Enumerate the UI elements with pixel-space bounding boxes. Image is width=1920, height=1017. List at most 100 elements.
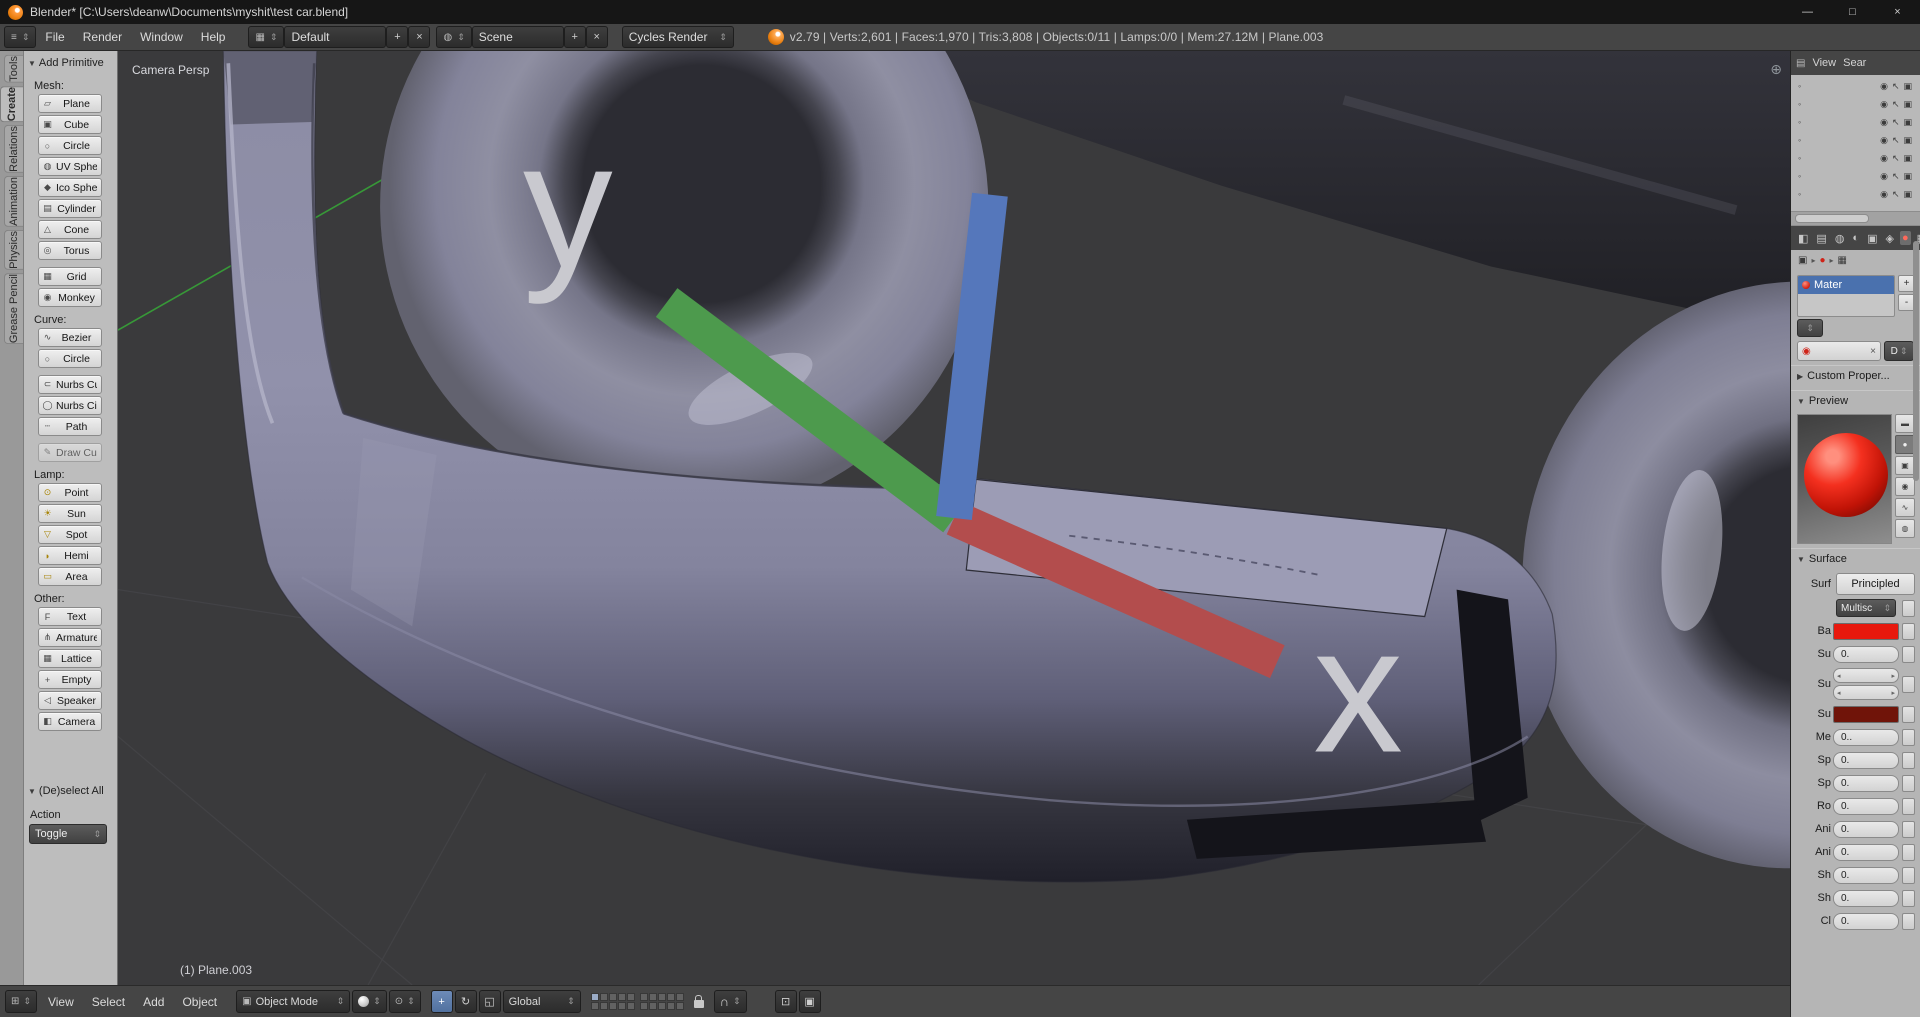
outliner-row[interactable]: ◦ ◉ ↖ ▣ <box>1791 77 1920 95</box>
menu-file[interactable]: File <box>36 30 73 44</box>
render-camera-icon[interactable]: ▣ <box>1903 81 1912 92</box>
world-tab[interactable]: ◐ <box>1850 231 1861 245</box>
visibility-eye-icon[interactable]: ◉ <box>1880 135 1888 146</box>
menu-help[interactable]: Help <box>192 30 235 44</box>
add-uv-sphere-button[interactable]: ◍ UV Sphere <box>38 157 102 176</box>
outliner-row[interactable]: ◦ ◉ ↖ ▣ <box>1791 131 1920 149</box>
add-lamp-point-button[interactable]: ⊙ Point <box>38 483 102 502</box>
outliner-search-menu[interactable]: Sear <box>1843 57 1866 69</box>
preview-sphere-button[interactable]: ● <box>1895 435 1915 454</box>
add-plane-button[interactable]: ▱ Plane <box>38 94 102 113</box>
maximize-button[interactable]: □ <box>1830 0 1875 24</box>
outliner-editor-icon[interactable]: ▤ <box>1796 58 1805 69</box>
surface-panel-header[interactable]: ▼ Surface <box>1791 548 1920 569</box>
mode-dropdown[interactable]: ▣ Object Mode ⇕ <box>236 990 351 1013</box>
outliner-row[interactable]: ◦ ◉ ↖ ▣ <box>1791 167 1920 185</box>
add-lattice-button[interactable]: ▦ Lattice <box>38 649 102 668</box>
snap-toggle[interactable]: ∩ ⇕ <box>713 990 747 1013</box>
keyframe-button[interactable] <box>1902 751 1915 769</box>
keyframe-button[interactable] <box>1902 728 1915 746</box>
layer-button[interactable] <box>590 993 599 1001</box>
material-link-dropdown[interactable]: D ⇕ <box>1884 341 1914 361</box>
preview-hair-button[interactable]: ∿ <box>1895 498 1915 517</box>
shelf-tab-relations[interactable]: Relations <box>4 124 23 173</box>
editor-type-selector[interactable]: ⊞ ⇕ <box>5 990 37 1013</box>
outliner-scrollbar[interactable] <box>1791 211 1920 226</box>
shelf-tab-grease-pencil[interactable]: Grease Pencil <box>4 272 23 344</box>
keyframe-button[interactable] <box>1902 843 1915 861</box>
shader-select-button[interactable]: Principled <box>1836 573 1915 595</box>
add-lamp-hemi-button[interactable]: ◗ Hemi <box>38 546 102 565</box>
scrollbar-thumb[interactable] <box>1795 214 1869 223</box>
number-field[interactable]: 0. <box>1833 751 1899 769</box>
opengl-render-image-button[interactable]: ⊡ <box>774 990 797 1013</box>
constraints-tab[interactable]: ◈ <box>1883 231 1895 246</box>
nodetree-icon[interactable]: ▦ <box>1838 255 1847 266</box>
render-camera-icon[interactable]: ▣ <box>1903 171 1912 182</box>
render-camera-icon[interactable]: ▣ <box>1903 99 1912 110</box>
layer-button[interactable] <box>639 1002 648 1010</box>
selectable-cursor-icon[interactable]: ↖ <box>1892 99 1900 110</box>
action-dropdown[interactable]: Toggle ⇕ <box>29 824 107 844</box>
vector-component[interactable]: ◂ ▸ <box>1833 685 1899 700</box>
add-circle-button[interactable]: ○ Circle <box>38 136 102 155</box>
screen-layout-icon-button[interactable]: ▦ ⇕ <box>248 26 285 48</box>
screen-layout-field[interactable]: Default <box>284 26 387 48</box>
keyframe-button[interactable] <box>1902 797 1915 815</box>
add-armature-button[interactable]: ⋔ Armature <box>38 628 102 647</box>
selectable-cursor-icon[interactable]: ↖ <box>1892 117 1900 128</box>
keyframe-button[interactable] <box>1902 675 1915 693</box>
selectable-cursor-icon[interactable]: ↖ <box>1892 81 1900 92</box>
layer-button[interactable] <box>626 993 635 1001</box>
layer-button[interactable] <box>599 993 608 1001</box>
keyframe-button[interactable] <box>1902 866 1915 884</box>
layer-button[interactable] <box>608 1002 617 1010</box>
preview-world-button[interactable]: ◍ <box>1895 519 1915 538</box>
number-field[interactable]: 0. <box>1833 645 1899 663</box>
viewport-shading-dropdown[interactable]: ⇕ <box>352 990 387 1013</box>
3d-viewport[interactable]: Camera Persp (1) Plane.003 ⊕ x y <box>118 51 1790 985</box>
visibility-eye-icon[interactable]: ◉ <box>1880 99 1888 110</box>
layer-button[interactable] <box>666 1002 675 1010</box>
outliner-row[interactable]: ◦ ◉ ↖ ▣ <box>1791 95 1920 113</box>
layer-button[interactable] <box>648 993 657 1001</box>
keyframe-button[interactable] <box>1902 622 1915 640</box>
scene-icon-button[interactable]: ◍ ⇕ <box>436 26 472 48</box>
custom-properties-panel-header[interactable]: ▶ Custom Proper... <box>1791 365 1920 386</box>
menu-object[interactable]: Object <box>173 995 226 1009</box>
add-draw-curve-button[interactable]: ✎ Draw Cu... <box>38 443 102 462</box>
outliner-row[interactable]: ◦ ◉ ↖ ▣ <box>1791 185 1920 203</box>
shelf-tab-create[interactable]: Create <box>0 85 23 122</box>
manipulator-rotate-button[interactable]: ↻ <box>454 990 477 1013</box>
object-icon[interactable]: ▣ <box>1798 255 1807 266</box>
selectable-cursor-icon[interactable]: ↖ <box>1892 171 1900 182</box>
minimize-button[interactable]: — <box>1785 0 1830 24</box>
layer-button[interactable] <box>657 993 666 1001</box>
layer-button[interactable] <box>648 1002 657 1010</box>
add-curve-circle-button[interactable]: ○ Circle <box>38 349 102 368</box>
add-camera-button[interactable]: ◧ Camera <box>38 712 102 731</box>
layer-button[interactable] <box>666 993 675 1001</box>
material-slot-list[interactable]: Mater <box>1797 275 1895 317</box>
material-icon[interactable]: ● <box>1819 255 1825 266</box>
render-camera-icon[interactable]: ▣ <box>1903 117 1912 128</box>
layer-button[interactable] <box>590 1002 599 1010</box>
transform-orientation-dropdown[interactable]: Global ⇕ <box>502 990 581 1013</box>
decrement-arrow-icon[interactable]: ◂ <box>1837 672 1841 680</box>
selectable-cursor-icon[interactable]: ↖ <box>1892 135 1900 146</box>
render-engine-selector[interactable]: Cycles Render ⇕ <box>621 26 734 48</box>
add-scene-button[interactable]: + <box>563 26 586 48</box>
decrement-arrow-icon[interactable]: ◂ <box>1837 689 1841 697</box>
layer-button[interactable] <box>617 1002 626 1010</box>
vector-field[interactable]: ◂ ▸ ◂ ▸ <box>1833 668 1899 700</box>
add-lamp-spot-button[interactable]: ▽ Spot <box>38 525 102 544</box>
render-camera-icon[interactable]: ▣ <box>1903 135 1912 146</box>
scene-field[interactable]: Scene <box>471 26 564 48</box>
add-cube-button[interactable]: ▣ Cube <box>38 115 102 134</box>
lock-icon[interactable] <box>693 995 704 1008</box>
add-nurbs-circle-button[interactable]: ◯Nurbs Cir... <box>38 396 102 415</box>
menu-view[interactable]: View <box>39 995 83 1009</box>
add-cylinder-button[interactable]: ▤ Cylinder <box>38 199 102 218</box>
layer-button[interactable] <box>626 1002 635 1010</box>
material-browse-field[interactable]: ◉ × <box>1797 341 1881 361</box>
